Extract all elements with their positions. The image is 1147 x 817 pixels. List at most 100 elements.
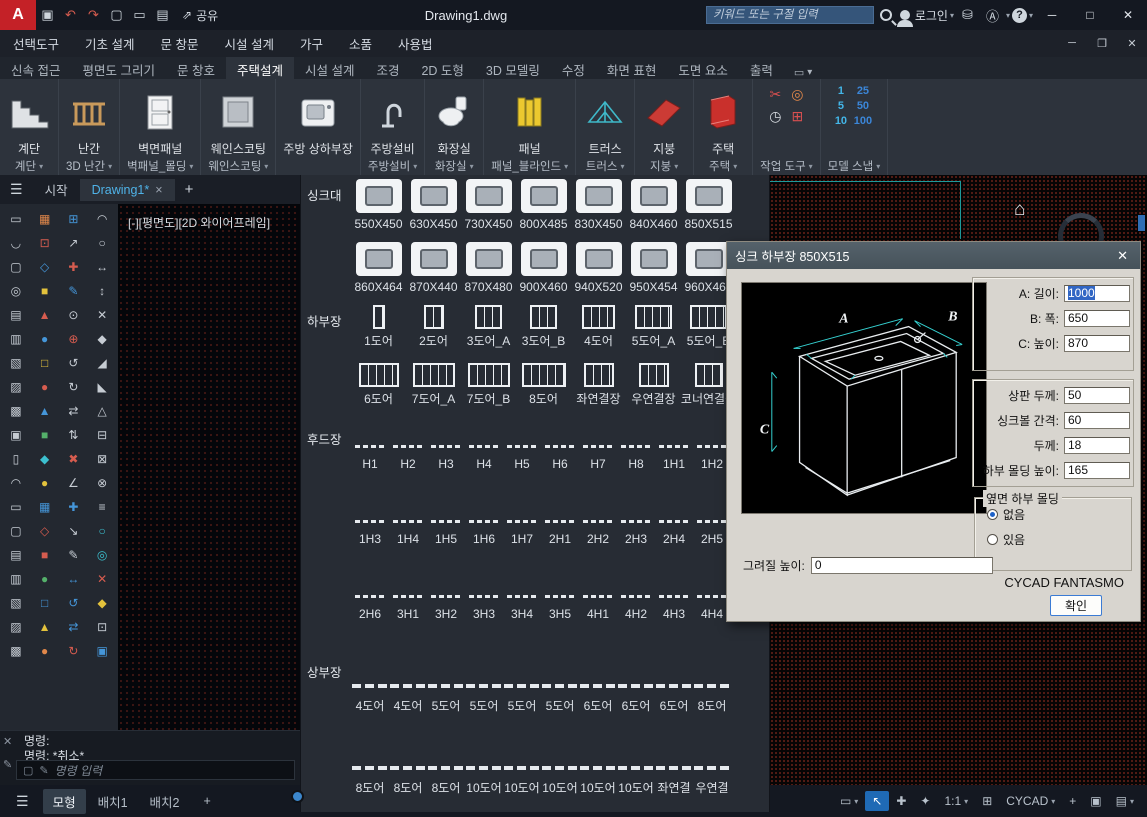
palette-item[interactable]: 좌연결 — [655, 738, 693, 796]
menu-item[interactable]: 문 창문 — [148, 34, 212, 53]
tool-icon[interactable]: ↘ — [60, 519, 88, 542]
ribbon-group-dropdown[interactable]: 지붕▾ — [650, 157, 678, 175]
maximize-button[interactable]: □ — [1071, 0, 1109, 30]
tool-icon[interactable]: ● — [31, 639, 59, 662]
ok-button[interactable]: 확인 — [1050, 595, 1102, 616]
isodraft-icon[interactable]: ⊞ — [975, 791, 999, 811]
tool-icon[interactable]: ⊡ — [88, 615, 116, 638]
tool-icon[interactable]: ⇄ — [60, 615, 88, 638]
field-input[interactable]: 650 — [1064, 310, 1130, 327]
palette-item[interactable]: H4 — [465, 423, 503, 472]
tool-icon[interactable]: ■ — [31, 543, 59, 566]
menu-item[interactable]: 사용법 — [385, 34, 446, 53]
tool-icon[interactable]: ✎ — [60, 279, 88, 302]
palette-item[interactable]: 3도어_A — [461, 305, 516, 349]
palette-item[interactable]: 3H3 — [465, 573, 503, 622]
ribbon-group-bathroom[interactable]: 화장실화장실▾ — [425, 79, 484, 175]
tool-icon[interactable]: □ — [31, 591, 59, 614]
tool-icon[interactable]: ◣ — [88, 375, 116, 398]
palette-item[interactable]: 5도어_A — [626, 305, 681, 349]
palette-item[interactable]: 1H4 — [389, 498, 427, 547]
tool-icon[interactable]: ◆ — [88, 591, 116, 614]
field-input[interactable]: 1000 — [1064, 285, 1130, 302]
ribbon-group-dropdown[interactable]: 트러스▾ — [586, 157, 625, 175]
palette-item[interactable]: H8 — [617, 423, 655, 472]
tool-icon[interactable]: ⊙ — [60, 303, 88, 326]
palette-item[interactable]: 우연결 — [693, 738, 731, 796]
palette-item[interactable]: 좌연결장 — [571, 363, 626, 407]
tool-icon[interactable]: ⊟ — [88, 423, 116, 446]
palette-item[interactable]: 3H5 — [541, 573, 579, 622]
radio-option[interactable]: 없음 — [987, 506, 1131, 523]
tool-icon[interactable]: ◠ — [88, 207, 116, 230]
palette-item[interactable]: 550X450 — [351, 179, 406, 232]
new-doc-tab-button[interactable]: + — [175, 181, 204, 198]
palette-item[interactable]: 8도어 — [427, 738, 465, 796]
side-panel-grip[interactable] — [1138, 215, 1145, 231]
tool-icon[interactable]: ● — [31, 327, 59, 350]
ribbon-group-work-tools[interactable]: ✂◎◷⊞작업 도구▾ — [753, 79, 821, 175]
palette-item[interactable]: 10도어 — [617, 738, 655, 796]
ribbon-tab[interactable]: 조경 — [365, 57, 410, 79]
status-menu-icon[interactable]: ☰ — [6, 793, 39, 810]
app-menu-button[interactable]: A — [0, 0, 36, 30]
palette-item[interactable]: 2H2 — [579, 498, 617, 547]
tool-icon[interactable]: ▥ — [2, 567, 30, 590]
field-input[interactable]: 165 — [1064, 462, 1130, 479]
ribbon-group-dropdown[interactable]: 웨인스코팅▾ — [208, 157, 268, 175]
ribbon-tab[interactable]: 출력 — [739, 57, 784, 79]
ribbon-group-dropdown[interactable]: 모델 스냅▾ — [828, 157, 881, 175]
ribbon-group-dropdown[interactable]: 3D 난간▾ — [66, 157, 112, 175]
tool-icon[interactable]: ▢ — [2, 519, 30, 542]
ucs-control[interactable]: CYCAD▾ — [999, 791, 1062, 811]
palette-item[interactable]: 730X450 — [461, 179, 516, 232]
palette-item[interactable]: 800X485 — [516, 179, 571, 232]
palette-item[interactable]: 6도어 — [579, 656, 617, 714]
doc-close-button[interactable]: ✕ — [1117, 37, 1147, 50]
menu-item[interactable]: 소품 — [336, 34, 385, 53]
help-icon[interactable]: ? — [1012, 8, 1027, 23]
new-file-icon[interactable]: ▢ — [105, 2, 128, 28]
redo-icon[interactable]: ↷ — [82, 2, 105, 28]
palette-item[interactable]: 6도어 — [351, 363, 406, 407]
tool-icon[interactable]: ⊕ — [60, 327, 88, 350]
grid-display-icon[interactable]: ▣ — [1083, 791, 1108, 811]
tool-icon[interactable]: ▨ — [2, 615, 30, 638]
tool-icon[interactable]: ■ — [31, 423, 59, 446]
tool-icon[interactable]: ▲ — [31, 303, 59, 326]
palette-item[interactable]: H7 — [579, 423, 617, 472]
palette-item[interactable]: 8도어 — [389, 738, 427, 796]
palette-item[interactable]: 6도어 — [617, 656, 655, 714]
tool-icon[interactable]: ○ — [88, 519, 116, 542]
tool-icon[interactable]: ■ — [31, 279, 59, 302]
ribbon-tab[interactable]: 화면 표현 — [596, 57, 667, 79]
ribbon-tab[interactable]: 평면도 그리기 — [71, 57, 165, 79]
palette-item[interactable]: 우연결장 — [626, 363, 681, 407]
add-control[interactable]: + — [1062, 791, 1083, 811]
palette-grip[interactable] — [291, 790, 304, 803]
palette-item[interactable]: 870X440 — [406, 242, 461, 295]
doc-restore-button[interactable]: ❐ — [1087, 37, 1117, 50]
command-input[interactable]: ▢ ✎ 명령 입력 — [16, 760, 295, 780]
tool-icon[interactable]: ▧ — [2, 351, 30, 374]
ribbon-group-kitchen-fixture[interactable]: 주방설비주방설비▾ — [361, 79, 425, 175]
palette-item[interactable]: 5도어 — [427, 656, 465, 714]
exchange-icon[interactable]: Ⓐ — [981, 2, 1004, 28]
tool-icon[interactable]: ✖ — [60, 447, 88, 470]
tool-icon[interactable]: ▣ — [2, 423, 30, 446]
selection-mode-control[interactable]: ▭▾ — [833, 791, 865, 811]
palette-item[interactable]: 1H5 — [427, 498, 465, 547]
menu-item[interactable]: 선택도구 — [0, 34, 72, 53]
ribbon-group-dropdown[interactable]: 계단▾ — [15, 157, 43, 175]
tool-icon[interactable]: ◢ — [88, 351, 116, 374]
palette-item[interactable]: 5도어 — [465, 656, 503, 714]
layout-tab[interactable]: 모형 — [43, 789, 86, 814]
palette-item[interactable]: 5도어 — [541, 656, 579, 714]
palette-item[interactable]: 1H3 — [351, 498, 389, 547]
tool-icon[interactable]: △ — [88, 399, 116, 422]
palette-item[interactable]: 900X460 — [516, 242, 571, 295]
ribbon-tab[interactable]: 주택설계 — [226, 57, 294, 79]
share-button[interactable]: ⇗ 공유 — [174, 7, 226, 24]
tool-icon[interactable]: ◎ — [2, 279, 30, 302]
palette-item[interactable]: 10도어 — [579, 738, 617, 796]
